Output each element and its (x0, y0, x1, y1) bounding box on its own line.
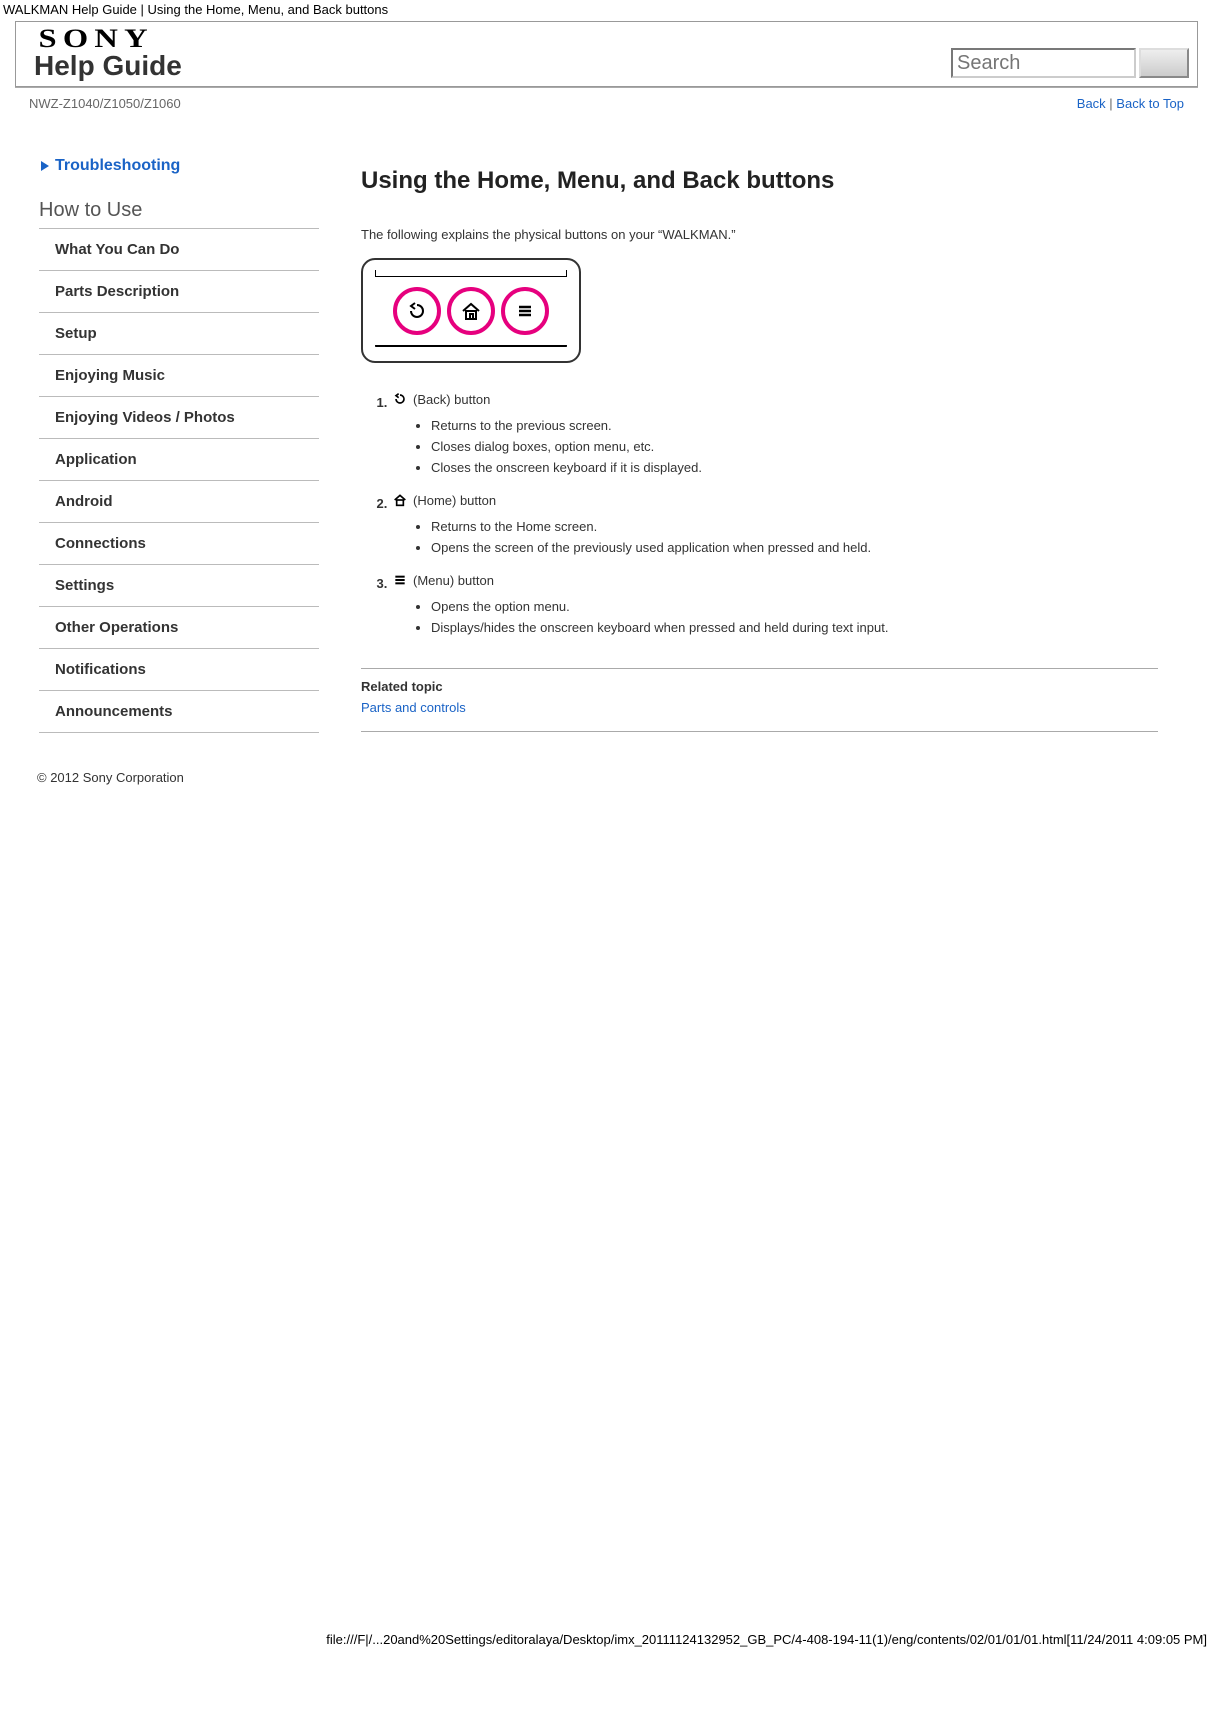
sidebar-item[interactable]: Parts Description (39, 271, 319, 313)
button-label: (Home) button (413, 493, 496, 508)
copyright: © 2012 Sony Corporation (15, 742, 1198, 785)
main-content: Using the Home, Menu, and Back buttons T… (319, 157, 1198, 742)
back-to-top-link[interactable]: Back to Top (1116, 96, 1184, 111)
back-link[interactable]: Back (1077, 96, 1106, 111)
button-label: (Menu) button (413, 573, 494, 588)
separator: | (1106, 96, 1117, 111)
back-icon (391, 391, 409, 407)
sidebar-item[interactable]: What You Can Do (39, 229, 319, 271)
footer-path: file:///F|/...20and%20Settings/editorala… (326, 1632, 1207, 1647)
bullet: Opens the screen of the previously used … (431, 537, 1158, 558)
menu-button-icon (501, 287, 549, 335)
sidebar-item[interactable]: Android (39, 481, 319, 523)
sidebar-nav: What You Can Do Parts Description Setup … (39, 228, 319, 733)
bullet: Returns to the Home screen. (431, 516, 1158, 537)
sidebar-item[interactable]: Enjoying Videos / Photos (39, 397, 319, 439)
home-button-icon (447, 287, 495, 335)
model-number: NWZ-Z1040/Z1050/Z1060 (29, 96, 181, 111)
search-input[interactable] (951, 48, 1136, 78)
header: SONY Help Guide (15, 21, 1198, 87)
troubleshooting-link[interactable]: Troubleshooting (39, 157, 319, 175)
troubleshooting-label: Troubleshooting (55, 157, 180, 175)
divider (361, 731, 1158, 732)
sidebar-item[interactable]: Notifications (39, 649, 319, 691)
divider (361, 668, 1158, 669)
bullet: Opens the option menu. (431, 596, 1158, 617)
intro-text: The following explains the physical butt… (361, 227, 1158, 242)
bullet: Returns to the previous screen. (431, 415, 1158, 436)
bullet: Closes the onscreen keyboard if it is di… (431, 457, 1158, 478)
back-button-icon (393, 287, 441, 335)
button-label: (Back) button (413, 392, 490, 407)
menu-icon (391, 572, 409, 588)
search-button[interactable] (1139, 48, 1189, 78)
bullet: Closes dialog boxes, option menu, etc. (431, 436, 1158, 457)
related-topic-title: Related topic (361, 679, 1158, 694)
sidebar-item[interactable]: Other Operations (39, 607, 319, 649)
list-item: (Home) button Returns to the Home screen… (391, 488, 1158, 568)
related-link[interactable]: Parts and controls (361, 700, 466, 715)
list-item: (Back) button Returns to the previous sc… (391, 387, 1158, 488)
sidebar-item[interactable]: Enjoying Music (39, 355, 319, 397)
article-title: Using the Home, Menu, and Back buttons (361, 167, 1158, 195)
sidebar-item[interactable]: Setup (39, 313, 319, 355)
chevron-right-icon (39, 160, 51, 172)
bullet: Displays/hides the onscreen keyboard whe… (431, 617, 1158, 638)
sidebar-item[interactable]: Application (39, 439, 319, 481)
sidebar-section-title: How to Use (39, 199, 319, 222)
sidebar-item[interactable]: Connections (39, 523, 319, 565)
sidebar-item[interactable]: Settings (39, 565, 319, 607)
sidebar-item[interactable]: Announcements (39, 691, 319, 733)
home-icon (391, 492, 409, 508)
device-illustration (361, 258, 581, 363)
browser-title: WALKMAN Help Guide | Using the Home, Men… (0, 0, 1213, 17)
sidebar: Troubleshooting How to Use What You Can … (25, 157, 319, 733)
list-item: (Menu) button Opens the option menu. Dis… (391, 568, 1158, 648)
